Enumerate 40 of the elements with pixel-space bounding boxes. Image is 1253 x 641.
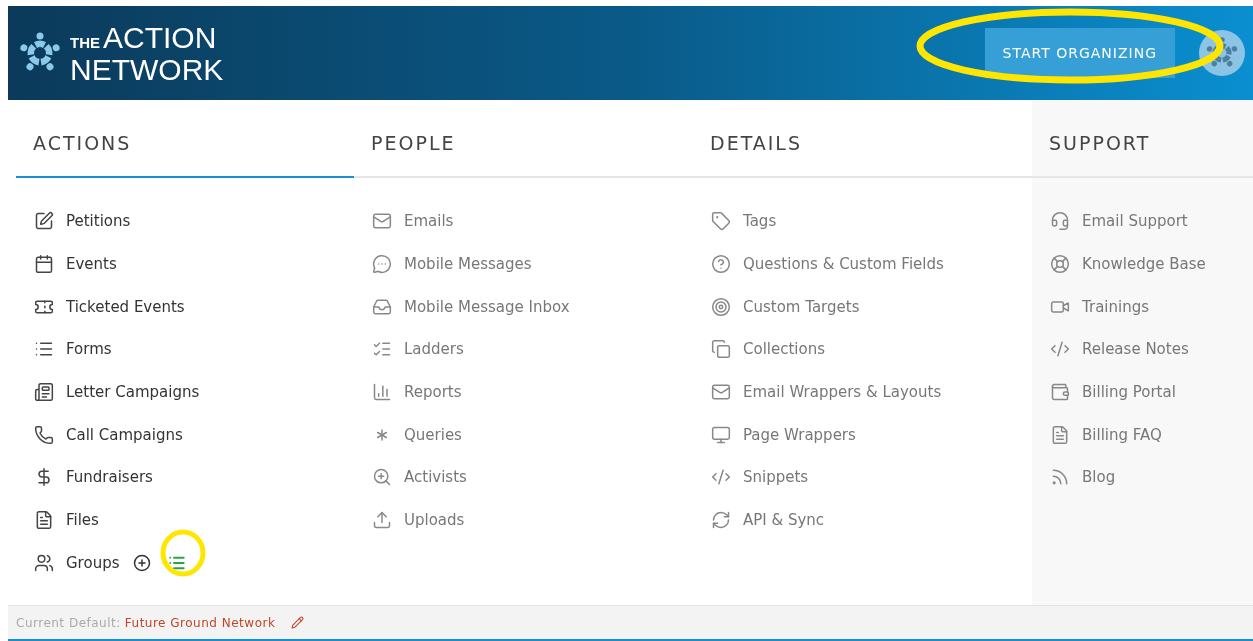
menu-link[interactable]: Forms <box>66 340 112 359</box>
menu-link[interactable]: Custom Targets <box>743 297 860 316</box>
menu-link[interactable]: Email Support <box>1082 212 1188 231</box>
menu-link[interactable]: Activists <box>404 468 467 487</box>
menu-link[interactable]: Ladders <box>404 340 464 359</box>
menu-link[interactable]: Call Campaigns <box>66 425 183 444</box>
menu-link[interactable]: Page Wrappers <box>743 425 856 444</box>
logo-text: THE <box>70 32 100 53</box>
menu-link[interactable]: Release Notes <box>1082 340 1189 359</box>
menu-link[interactable]: Mobile Message Inbox <box>404 297 570 316</box>
menu-tab[interactable]: SUPPORT <box>1032 100 1253 178</box>
highlight-circle <box>158 528 208 578</box>
menu-link[interactable]: Files <box>66 511 99 530</box>
menu-link[interactable]: Collections <box>743 340 825 359</box>
logo-text: NETWORK <box>70 55 224 83</box>
menu-link[interactable]: Ticketed Events <box>66 297 185 316</box>
footer-label: Current Default: <box>16 615 121 630</box>
logo-text: ACTION <box>103 23 217 51</box>
menu-link[interactable]: Uploads <box>404 511 465 530</box>
menu-link[interactable]: API & Sync <box>743 511 825 530</box>
menu-link[interactable]: Knowledge Base <box>1082 255 1206 274</box>
menu-link[interactable]: Billing Portal <box>1082 383 1176 402</box>
menu-link[interactable]: Trainings <box>1082 297 1149 316</box>
menu-link[interactable]: Blog <box>1082 468 1116 487</box>
menu-link[interactable]: Groups <box>66 553 120 572</box>
menu-link[interactable]: Tags <box>743 212 777 231</box>
menu-link[interactable]: Letter Campaigns <box>66 383 200 402</box>
start-organizing-button[interactable]: START ORGANIZING <box>984 28 1175 78</box>
menu-link[interactable]: Billing FAQ <box>1082 425 1162 444</box>
menu-link[interactable]: Questions & Custom Fields <box>743 255 944 274</box>
menu-link[interactable]: Mobile Messages <box>404 255 532 274</box>
menu-link[interactable]: Email Wrappers & Layouts <box>743 383 942 402</box>
menu-link[interactable]: Petitions <box>66 212 131 231</box>
menu-link[interactable]: Snippets <box>743 468 809 487</box>
menu-link[interactable]: Emails <box>404 212 454 231</box>
menu-link[interactable]: Reports <box>404 383 462 402</box>
organization-link[interactable]: Future Ground Network <box>124 615 276 630</box>
menu-link[interactable]: Fundraisers <box>66 468 153 487</box>
menu-link[interactable]: Events <box>66 255 117 274</box>
menu-link[interactable]: Queries <box>404 425 462 444</box>
